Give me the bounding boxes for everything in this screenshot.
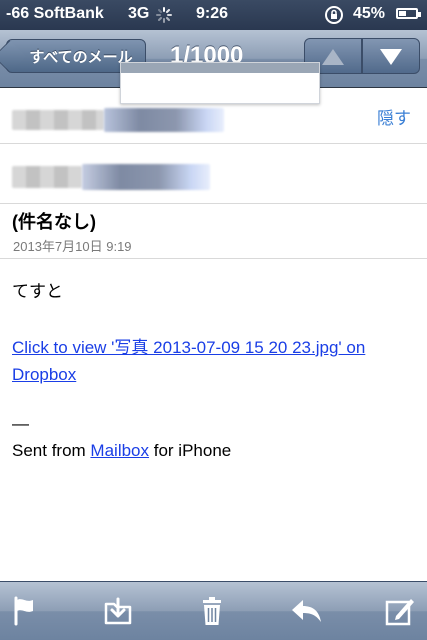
redacted-recipient-address <box>82 164 210 190</box>
clock: 9:26 <box>196 5 229 22</box>
compose-button[interactable] <box>382 594 418 628</box>
rotation-lock-icon <box>323 4 345 31</box>
network-type: 3G <box>128 5 150 22</box>
battery-percent: 45% <box>353 5 386 22</box>
redaction-overlay <box>120 62 320 104</box>
redacted-recipient <box>12 166 82 188</box>
move-to-folder-button[interactable] <box>100 594 136 628</box>
arrow-up-icon <box>322 49 344 65</box>
battery-icon <box>396 8 421 19</box>
mailbox-link[interactable]: Mailbox <box>90 441 149 460</box>
move-folder-icon <box>104 597 132 625</box>
flag-button[interactable] <box>6 594 42 628</box>
message-subject: (件名なし) <box>12 212 96 232</box>
back-button-label: すべてのメール <box>29 48 133 66</box>
carrier-label: -66 SoftBank <box>6 5 104 22</box>
reply-icon <box>292 600 321 622</box>
message-date: 2013年7月10日 9:19 <box>13 239 132 254</box>
arrow-down-icon <box>380 49 402 65</box>
compose-icon <box>385 599 414 626</box>
to-row[interactable] <box>0 144 427 204</box>
reply-button[interactable] <box>288 594 324 628</box>
activity-spinner-icon <box>156 7 172 28</box>
hide-details-link[interactable]: 隠す <box>377 104 411 129</box>
dropbox-link[interactable]: Click to view '写真 2013-07-09 15 20 23.jp… <box>12 338 365 384</box>
sent-from-suffix: for iPhone <box>149 441 232 460</box>
trash-icon <box>203 597 221 625</box>
status-bar: -66 SoftBank 3G 9:26 45% <box>0 0 427 30</box>
bottom-toolbar <box>0 581 427 640</box>
next-message-button[interactable] <box>362 38 420 74</box>
signature-line: Sent from Mailbox for iPhone <box>12 437 231 464</box>
sent-from-prefix: Sent from <box>12 441 91 460</box>
divider <box>0 258 427 259</box>
body-text: てすと <box>12 282 63 301</box>
delete-button[interactable] <box>194 594 230 628</box>
signature-dash: — <box>12 414 29 433</box>
dropbox-link-paragraph: Click to view '写真 2013-07-09 15 20 23.jp… <box>12 334 412 388</box>
flag-icon <box>14 596 33 626</box>
redacted-sender <box>12 110 104 130</box>
redacted-sender-address <box>104 108 224 132</box>
